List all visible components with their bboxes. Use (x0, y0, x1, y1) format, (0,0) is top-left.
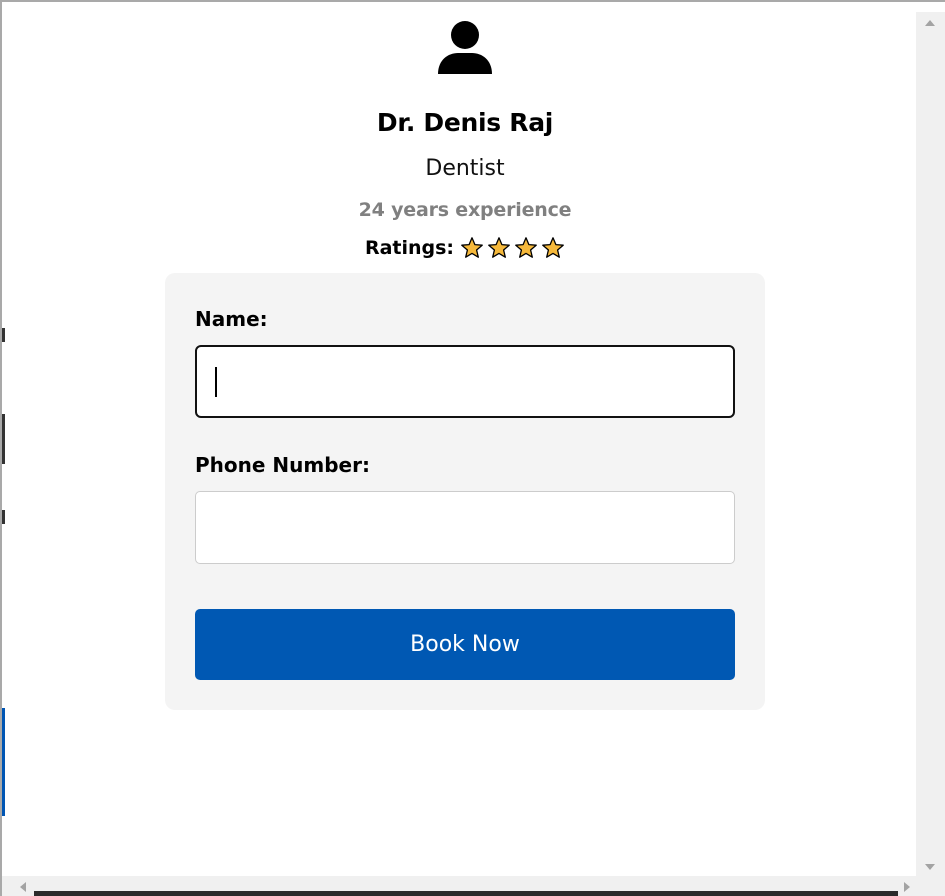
vertical-scrollbar[interactable] (916, 12, 945, 878)
booking-form: Name: Phone Number: Book Now (165, 273, 765, 710)
scroll-left-arrow-icon[interactable] (20, 882, 26, 892)
name-label: Name: (195, 307, 268, 331)
scroll-right-arrow-icon[interactable] (904, 882, 910, 892)
doctor-specialty: Dentist (425, 156, 505, 181)
scrollbar-corner (916, 876, 945, 896)
scroll-up-arrow-icon[interactable] (925, 20, 935, 26)
text-caret (215, 367, 217, 397)
horizontal-scrollbar[interactable] (2, 876, 918, 896)
rating-stars (460, 236, 565, 260)
doctor-experience: 24 years experience (358, 199, 572, 221)
user-icon (436, 20, 494, 76)
horizontal-scrollbar-thumb[interactable] (34, 891, 898, 896)
ratings-label: Ratings: (364, 237, 455, 259)
doctor-name: Dr. Denis Raj (376, 108, 554, 137)
book-now-button[interactable]: Book Now (195, 609, 735, 680)
star-icon (487, 236, 511, 260)
doctor-ratings: Ratings: (2, 236, 928, 260)
dialog-window: Dr. Denis Raj Dentist 24 years experienc… (0, 0, 945, 896)
phone-label: Phone Number: (195, 453, 370, 477)
scroll-down-arrow-icon[interactable] (925, 864, 935, 870)
phone-input[interactable] (195, 491, 735, 564)
name-input[interactable] (195, 345, 735, 418)
star-icon (514, 236, 538, 260)
star-icon (460, 236, 484, 260)
star-icon (541, 236, 565, 260)
doctor-booking-panel: Dr. Denis Raj Dentist 24 years experienc… (2, 2, 917, 878)
